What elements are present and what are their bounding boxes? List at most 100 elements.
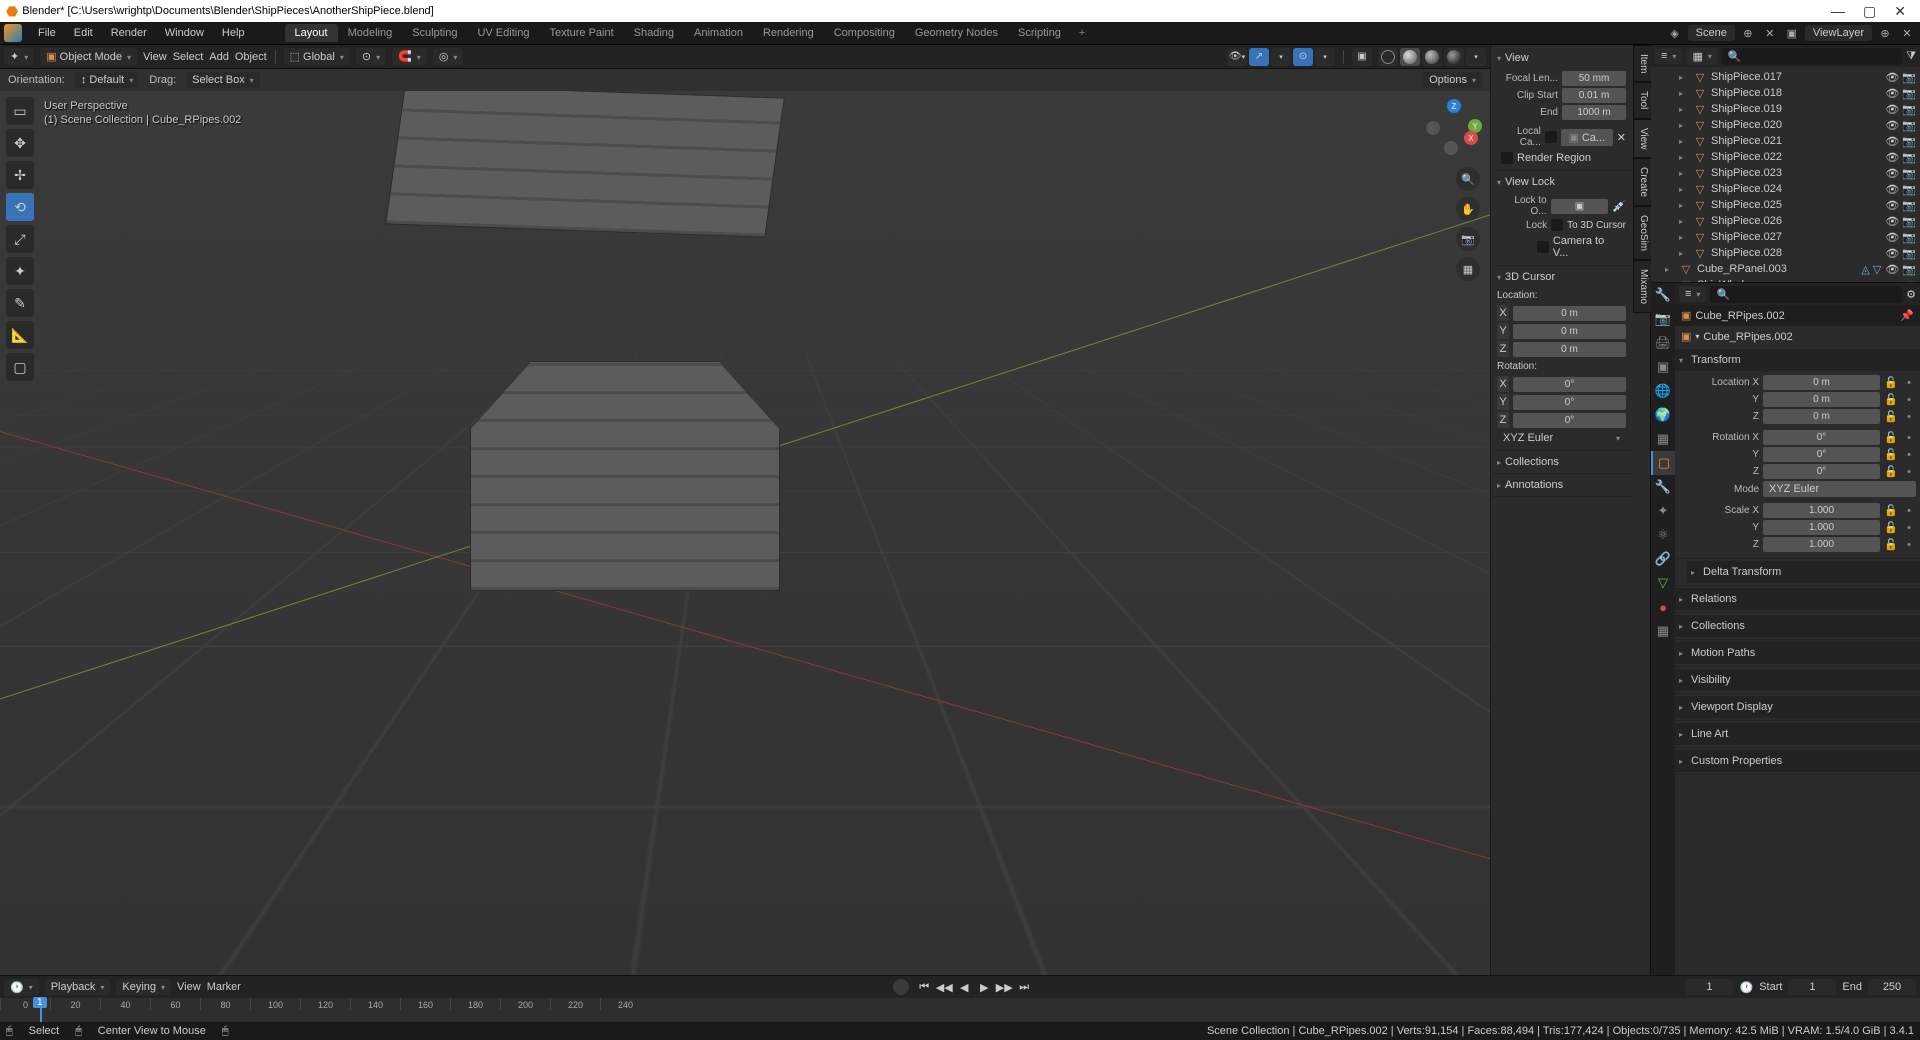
npanel-tab-mixamo[interactable]: Mixamo (1633, 260, 1651, 313)
disable-icon[interactable]: 📷 (1902, 71, 1916, 84)
vh-add[interactable]: Add (209, 51, 229, 63)
lock-rx[interactable]: 🔓 (1884, 431, 1898, 444)
lock-3dcursor-checkbox[interactable] (1551, 219, 1563, 231)
close-button[interactable]: ✕ (1894, 3, 1906, 20)
tool-annotate[interactable]: ✎ (6, 289, 34, 317)
ptab-world[interactable]: 🌍 (1651, 403, 1675, 427)
ptab-modifiers[interactable]: 🔧 (1651, 475, 1675, 499)
lock-ry[interactable]: 🔓 (1884, 448, 1898, 461)
outliner-row[interactable]: ▸▽ShipPiece.028👁📷 (1651, 245, 1920, 261)
outliner-row[interactable]: ▸▽Cube_RPanel.003◬ ▽👁📷 (1651, 261, 1920, 277)
tab-sculpting[interactable]: Sculpting (402, 24, 467, 42)
marker-menu[interactable]: Marker (207, 981, 241, 993)
annotations-header[interactable]: Annotations (1493, 476, 1630, 494)
menu-window[interactable]: Window (157, 24, 212, 42)
npanel-tab-item[interactable]: Item (1633, 45, 1651, 82)
tab-animation[interactable]: Animation (684, 24, 753, 42)
ptab-scene[interactable]: 🌐 (1651, 379, 1675, 403)
npanel-tab-tool[interactable]: Tool (1633, 82, 1651, 118)
loc-x-input[interactable]: 0 m (1763, 375, 1880, 390)
view-panel-header[interactable]: View (1493, 49, 1630, 67)
options-dropdown[interactable]: Options (1423, 72, 1482, 88)
viewlayer-icon[interactable]: ▣ (1783, 24, 1801, 42)
outliner-display-dropdown[interactable]: ▦ (1686, 48, 1717, 65)
collections-header[interactable]: Collections (1493, 453, 1630, 471)
local-camera-field[interactable]: ▣ Ca... (1561, 129, 1613, 146)
camera-to-view-checkbox[interactable] (1537, 241, 1549, 253)
outliner-row[interactable]: ▸▽ShipPiece.025👁📷 (1651, 197, 1920, 213)
disable-icon[interactable]: 📷 (1902, 87, 1916, 100)
cursor-rotation-mode[interactable]: XYZ Euler (1497, 430, 1626, 446)
cursor-rx-input[interactable]: 0° (1513, 377, 1626, 392)
ptab-viewlayer[interactable]: ▣ (1651, 355, 1675, 379)
hide-icon[interactable]: 👁 (1885, 151, 1899, 164)
prop-section-header[interactable]: Collections (1675, 615, 1920, 637)
start-frame-input[interactable]: 1 (1788, 979, 1836, 995)
jump-end-button[interactable]: ⏭ (1015, 979, 1033, 995)
pan-icon[interactable]: ✋ (1456, 197, 1480, 221)
scale-x-input[interactable]: 1.000 (1763, 503, 1880, 518)
lock-ly[interactable]: 🔓 (1884, 393, 1898, 406)
outliner-filter-button[interactable]: ⧩ (1906, 50, 1916, 63)
menu-render[interactable]: Render (103, 24, 155, 42)
menu-edit[interactable]: Edit (66, 24, 101, 42)
gizmo-dropdown[interactable]: ▾ (1271, 48, 1291, 66)
hide-icon[interactable]: 👁 (1885, 135, 1899, 148)
maximize-button[interactable]: ▢ (1863, 3, 1876, 20)
outliner-row[interactable]: ▸▽ShipPiece.019👁📷 (1651, 101, 1920, 117)
disable-icon[interactable]: 📷 (1902, 199, 1916, 212)
ptab-particles[interactable]: ✦ (1651, 499, 1675, 523)
lock-lz[interactable]: 🔓 (1884, 410, 1898, 423)
tool-scale[interactable]: ⤢ (6, 225, 34, 253)
overlay-dropdown[interactable]: ▾ (1315, 48, 1335, 66)
viewlayer-selector[interactable]: ViewLayer (1805, 25, 1872, 41)
mode-dropdown[interactable]: ▣ Object Mode (40, 48, 137, 65)
outliner-row[interactable]: ▸▽ShipPiece.018👁📷 (1651, 85, 1920, 101)
tool-orientation-dropdown[interactable]: ↕ Default (75, 72, 139, 88)
visibility-dropdown[interactable]: 👁▾ (1227, 48, 1247, 66)
ptab-tool[interactable]: 🔧 (1651, 283, 1675, 307)
prop-section-header[interactable]: Relations (1675, 588, 1920, 610)
viewlock-header[interactable]: View Lock (1493, 173, 1630, 191)
disable-icon[interactable]: 📷 (1902, 135, 1916, 148)
hide-icon[interactable]: 👁 (1885, 87, 1899, 100)
outliner-row[interactable]: ▸▽ShipPiece.021👁📷 (1651, 133, 1920, 149)
3d-viewport[interactable]: User Perspective (1) Scene Collection | … (0, 91, 1490, 975)
delete-scene-button[interactable]: ✕ (1761, 24, 1779, 42)
delete-viewlayer-button[interactable]: ✕ (1898, 24, 1916, 42)
prop-section-header[interactable]: Custom Properties (1675, 750, 1920, 772)
hide-icon[interactable]: 👁 (1885, 263, 1899, 276)
cursor-x-input[interactable]: 0 m (1513, 306, 1626, 321)
hide-icon[interactable]: 👁 (1885, 199, 1899, 212)
cursor-ry-input[interactable]: 0° (1513, 395, 1626, 410)
vh-object[interactable]: Object (235, 51, 267, 63)
shading-rendered[interactable] (1444, 48, 1464, 66)
disable-icon[interactable]: 📷 (1902, 263, 1916, 276)
properties-search[interactable]: 🔍 (1710, 286, 1902, 303)
cursor-z-input[interactable]: 0 m (1513, 342, 1626, 357)
ptab-object[interactable]: ▢ (1651, 451, 1675, 475)
tool-transform[interactable]: ✦ (6, 257, 34, 285)
lockto-field[interactable]: ▣ (1551, 199, 1609, 214)
rot-x-input[interactable]: 0° (1763, 430, 1880, 445)
keyframe-next-button[interactable]: ▶▶ (995, 979, 1013, 995)
keyframe-prev-button[interactable]: ◀◀ (935, 979, 953, 995)
gizmo-toggle[interactable]: ↗ (1249, 48, 1269, 66)
hide-icon[interactable]: 👁 (1885, 231, 1899, 244)
outliner-row[interactable]: ▸▽ShipPiece.027👁📷 (1651, 229, 1920, 245)
npanel-tab-view[interactable]: View (1633, 119, 1651, 159)
lock-rz[interactable]: 🔓 (1884, 465, 1898, 478)
play-reverse-button[interactable]: ◀ (955, 979, 973, 995)
navigation-gizmo[interactable]: Z Y X (1424, 97, 1484, 157)
tool-select-box[interactable]: ▭ (6, 97, 34, 125)
disable-icon[interactable]: 📷 (1902, 215, 1916, 228)
snap-dropdown[interactable]: 🧲 (392, 48, 427, 65)
prop-section-header[interactable]: Delta Transform (1687, 561, 1920, 583)
pivot-dropdown[interactable]: ⊙ (356, 48, 386, 65)
menu-help[interactable]: Help (214, 24, 253, 42)
shading-dropdown[interactable]: ▾ (1466, 48, 1486, 66)
scale-z-input[interactable]: 1.000 (1763, 537, 1880, 552)
rot-z-input[interactable]: 0° (1763, 464, 1880, 479)
lock-sx[interactable]: 🔓 (1884, 504, 1898, 517)
disable-icon[interactable]: 📷 (1902, 231, 1916, 244)
